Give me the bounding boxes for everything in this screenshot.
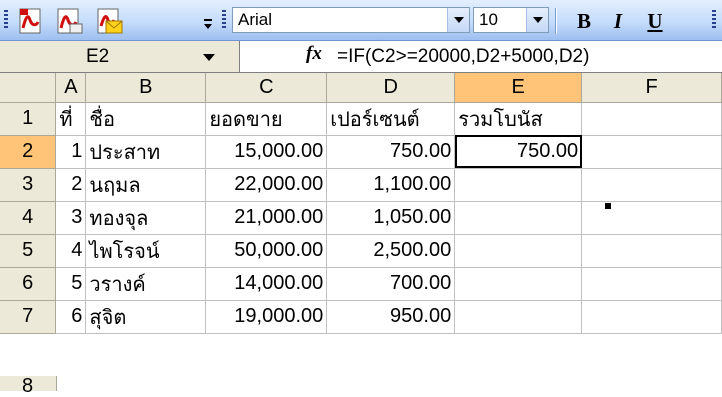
table-row: 4 3 ทองจุล 21,000.00 1,050.00 — [0, 201, 722, 235]
formatting-toolbar: Arial 10 B I U — [0, 0, 722, 41]
table-row: 6 5 วรางค์ 14,000.00 700.00 — [0, 267, 722, 301]
column-header-d[interactable]: D — [326, 73, 456, 103]
cell-e5[interactable] — [454, 234, 583, 268]
toolbar-grip[interactable] — [712, 10, 716, 30]
font-size-select[interactable]: 10 — [473, 7, 549, 33]
pdf-convert-icon[interactable] — [14, 6, 48, 36]
row-header[interactable]: 6 — [0, 267, 57, 301]
font-name-value: Arial — [238, 10, 273, 29]
pdf-review-icon[interactable] — [52, 6, 86, 36]
cell-a6[interactable]: 5 — [55, 267, 87, 301]
insert-function-button[interactable]: fx — [306, 43, 322, 65]
cell-a3[interactable]: 2 — [55, 168, 87, 202]
cell-b3[interactable]: นฤมล — [85, 168, 207, 202]
cell-e7[interactable] — [454, 300, 583, 334]
cell-c4[interactable]: 21,000.00 — [205, 201, 328, 235]
cell-c2[interactable]: 15,000.00 — [205, 135, 328, 169]
cell-a4[interactable]: 3 — [55, 201, 87, 235]
cell-d2[interactable]: 750.00 — [326, 135, 456, 169]
cell-f1[interactable] — [581, 102, 722, 136]
cell-a7[interactable]: 6 — [55, 300, 87, 334]
cell-f4[interactable] — [581, 201, 722, 235]
table-row: 3 2 นฤมล 22,000.00 1,100.00 — [0, 168, 722, 202]
cell-a2[interactable]: 1 — [55, 135, 87, 169]
name-box[interactable]: E2 — [0, 41, 240, 72]
cell-d1[interactable]: เปอร์เซนต์ — [326, 102, 456, 136]
table-row: 2 1 ประสาท 15,000.00 750.00 750.00 — [0, 135, 722, 169]
name-box-value: E2 — [86, 46, 110, 67]
cell-d6[interactable]: 700.00 — [326, 267, 456, 301]
row-header[interactable]: 7 — [0, 300, 57, 334]
row-header[interactable]: 2 — [0, 135, 57, 169]
cell-c1[interactable]: ยอดขาย — [205, 102, 328, 136]
cell-f3[interactable] — [581, 168, 722, 202]
chevron-down-icon[interactable] — [203, 54, 215, 61]
cell-e1[interactable]: รวมโบนัส — [454, 102, 583, 136]
pdf-email-icon[interactable] — [92, 6, 126, 36]
cell-d5[interactable]: 2,500.00 — [326, 234, 456, 268]
cell-e3[interactable] — [454, 168, 583, 202]
formula-bar: E2 fx =IF(C2>=20000,D2+5000,D2) — [0, 41, 722, 73]
cell-b4[interactable]: ทองจุล — [85, 201, 207, 235]
bold-button[interactable]: B — [570, 8, 598, 34]
font-size-value: 10 — [479, 10, 498, 29]
cell-f2[interactable] — [581, 135, 722, 169]
row-header[interactable]: 5 — [0, 234, 57, 268]
formula-input[interactable]: =IF(C2>=20000,D2+5000,D2) — [337, 46, 589, 68]
cell-d3[interactable]: 1,100.00 — [326, 168, 456, 202]
row-header-label: 8 — [22, 375, 34, 397]
cell-c6[interactable]: 14,000.00 — [205, 267, 328, 301]
italic-button[interactable]: I — [604, 8, 632, 34]
cell-e4[interactable] — [454, 201, 583, 235]
cell-b5[interactable]: ไพโรจน์ — [85, 234, 207, 268]
underline-button[interactable]: U — [641, 8, 669, 34]
cell-f6[interactable] — [581, 267, 722, 301]
row-header[interactable]: 1 — [0, 102, 57, 136]
toolbar-separator — [555, 8, 557, 34]
column-header-e[interactable]: E — [454, 73, 583, 103]
column-header-f[interactable]: F — [581, 73, 722, 103]
spreadsheet-grid: A B C D E F 1 ที่ ชื่อ ยอดขาย เปอร์เซนต์… — [0, 73, 722, 334]
cell-c7[interactable]: 19,000.00 — [205, 300, 328, 334]
toolbar-options-icon[interactable] — [201, 13, 215, 33]
row-header-partial[interactable]: 8 — [0, 376, 57, 396]
cell-c3[interactable]: 22,000.00 — [205, 168, 328, 202]
table-row: 5 4 ไพโรจน์ 50,000.00 2,500.00 — [0, 234, 722, 268]
cell-e6[interactable] — [454, 267, 583, 301]
chevron-down-icon[interactable] — [526, 8, 548, 32]
toolbar-grip[interactable] — [4, 10, 8, 30]
select-all-corner[interactable] — [0, 73, 57, 103]
column-header-a[interactable]: A — [55, 73, 87, 103]
table-row: 7 6 สุจิต 19,000.00 950.00 — [0, 300, 722, 334]
cell-e2-active[interactable]: 750.00 — [454, 135, 583, 169]
cell-b2[interactable]: ประสาท — [85, 135, 207, 169]
font-name-select[interactable]: Arial — [232, 7, 470, 33]
cell-c5[interactable]: 50,000.00 — [205, 234, 328, 268]
cell-a5[interactable]: 4 — [55, 234, 87, 268]
cell-d7[interactable]: 950.00 — [326, 300, 456, 334]
cell-f7[interactable] — [581, 300, 722, 334]
fill-handle[interactable] — [605, 203, 611, 209]
cell-a1[interactable]: ที่ — [55, 102, 87, 136]
column-header-b[interactable]: B — [85, 73, 207, 103]
cell-d4[interactable]: 1,050.00 — [326, 201, 456, 235]
cell-b7[interactable]: สุจิต — [85, 300, 207, 334]
row-header[interactable]: 3 — [0, 168, 57, 202]
column-header-c[interactable]: C — [205, 73, 328, 103]
toolbar-grip[interactable] — [222, 10, 226, 30]
table-row: 1 ที่ ชื่อ ยอดขาย เปอร์เซนต์ รวมโบนัส — [0, 102, 722, 136]
row-header[interactable]: 4 — [0, 201, 57, 235]
cell-b6[interactable]: วรางค์ — [85, 267, 207, 301]
cell-b1[interactable]: ชื่อ — [85, 102, 207, 136]
cell-f5[interactable] — [581, 234, 722, 268]
chevron-down-icon[interactable] — [447, 8, 469, 32]
